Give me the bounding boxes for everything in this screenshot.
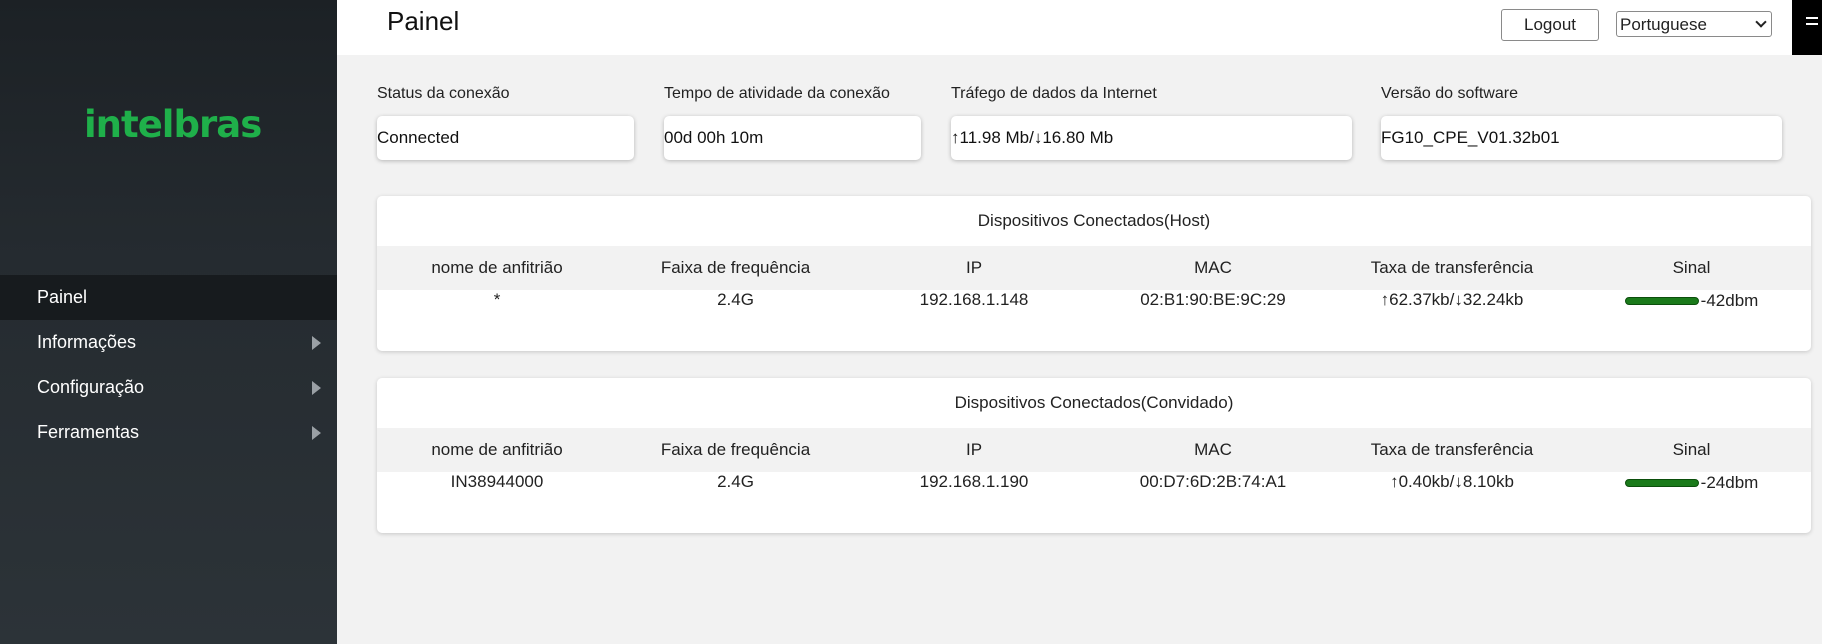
sidebar: intelbras Painel Informações Configuraçã… <box>0 0 337 644</box>
panel-title: Dispositivos Conectados(Host) <box>977 211 1211 230</box>
status-label: Tempo de atividade da conexão <box>664 85 890 102</box>
hostname-cell: * <box>493 290 501 309</box>
column-header: Taxa de transferência <box>1370 258 1534 277</box>
panel-title: Dispositivos Conectados(Convidado) <box>954 393 1234 412</box>
chevron-right-icon <box>312 426 321 440</box>
status-uptime: Tempo de atividade da conexão 00d 00h 10… <box>664 85 921 160</box>
sidebar-item-ferramentas[interactable]: Ferramentas <box>0 410 337 455</box>
language-select[interactable]: Portuguese <box>1616 11 1772 37</box>
column-header: MAC <box>1194 258 1232 277</box>
status-value: Connected <box>377 116 634 160</box>
rate-cell: ↑62.37kb/↓32.24kb <box>1380 290 1524 309</box>
chevron-right-icon <box>312 381 321 395</box>
sidebar-item-informacoes[interactable]: Informações <box>0 320 337 365</box>
table-row: IN38944000 2.4G 192.168.1.190 00:D7:6D:2… <box>377 472 1811 498</box>
status-label: Tráfego de dados da Internet <box>951 85 1157 102</box>
sidebar-item-label: Ferramentas <box>37 422 140 442</box>
ip-cell: 192.168.1.190 <box>919 472 1029 491</box>
mac-cell: 02:B1:90:BE:9C:29 <box>1140 290 1286 309</box>
column-header: IP <box>965 258 983 277</box>
status-value: FG10_CPE_V01.32b01 <box>1381 116 1782 160</box>
sidebar-item-configuracao[interactable]: Configuração <box>0 365 337 410</box>
guest-devices-panel: Dispositivos Conectados(Convidado) nome … <box>377 378 1811 533</box>
column-header: IP <box>965 440 983 459</box>
ip-cell: 192.168.1.148 <box>919 290 1029 309</box>
sidebar-nav: Painel Informações Configuração Ferramen… <box>0 275 337 455</box>
chevron-right-icon <box>312 336 321 350</box>
column-header: nome de anfitrião <box>431 440 563 459</box>
host-devices-panel: Dispositivos Conectados(Host) nome de an… <box>377 196 1811 351</box>
menu-toggle-button[interactable] <box>1792 0 1822 55</box>
band-cell: 2.4G <box>717 472 754 491</box>
signal-cell: -24dbm <box>1572 472 1811 493</box>
band-cell: 2.4G <box>717 290 754 309</box>
status-connection: Status da conexão Connected <box>377 85 634 160</box>
language-value: Portuguese <box>1620 15 1707 34</box>
column-header: Faixa de frequência <box>660 258 811 277</box>
rate-cell: ↑0.40kb/↓8.10kb <box>1390 472 1514 491</box>
table-header: nome de anfitrião Faixa de frequência IP… <box>377 428 1811 472</box>
signal-value: -42dbm <box>1700 291 1759 310</box>
column-header: MAC <box>1194 440 1232 459</box>
sidebar-item-label: Configuração <box>37 377 145 397</box>
menu-icon <box>1806 17 1818 31</box>
mac-cell: 00:D7:6D:2B:74:A1 <box>1139 472 1287 491</box>
column-header: nome de anfitrião <box>431 258 563 277</box>
column-header: Sinal <box>1672 440 1711 459</box>
header: Painel Logout Portuguese <box>337 0 1822 55</box>
logout-button[interactable]: Logout <box>1501 9 1599 41</box>
intelbras-logo: intelbras <box>84 103 262 146</box>
status-traffic: Tráfego de dados da Internet ↑11.98 Mb/↓… <box>951 85 1352 160</box>
table-row: * 2.4G 192.168.1.148 02:B1:90:BE:9C:29 ↑… <box>377 290 1811 316</box>
column-header: Sinal <box>1672 258 1711 277</box>
status-label: Status da conexão <box>377 85 510 102</box>
sidebar-item-label: Painel <box>37 287 88 307</box>
sidebar-item-label: Informações <box>37 332 137 352</box>
sidebar-item-painel[interactable]: Painel <box>0 275 337 320</box>
page-title: Painel <box>387 6 460 36</box>
signal-value: -24dbm <box>1700 473 1759 492</box>
status-label: Versão do software <box>1381 85 1518 102</box>
signal-strength-bar <box>1624 479 1699 487</box>
signal-strength-bar <box>1624 297 1699 305</box>
column-header: Taxa de transferência <box>1370 440 1534 459</box>
table-header: nome de anfitrião Faixa de frequência IP… <box>377 246 1811 290</box>
signal-cell: -42dbm <box>1572 290 1811 311</box>
status-value: ↑11.98 Mb/↓16.80 Mb <box>951 116 1352 160</box>
chevron-down-icon <box>1755 16 1767 28</box>
hostname-cell: IN38944000 <box>450 472 544 491</box>
status-value: 00d 00h 10m <box>664 116 921 160</box>
status-software-version: Versão do software FG10_CPE_V01.32b01 <box>1381 85 1782 160</box>
column-header: Faixa de frequência <box>660 440 811 459</box>
